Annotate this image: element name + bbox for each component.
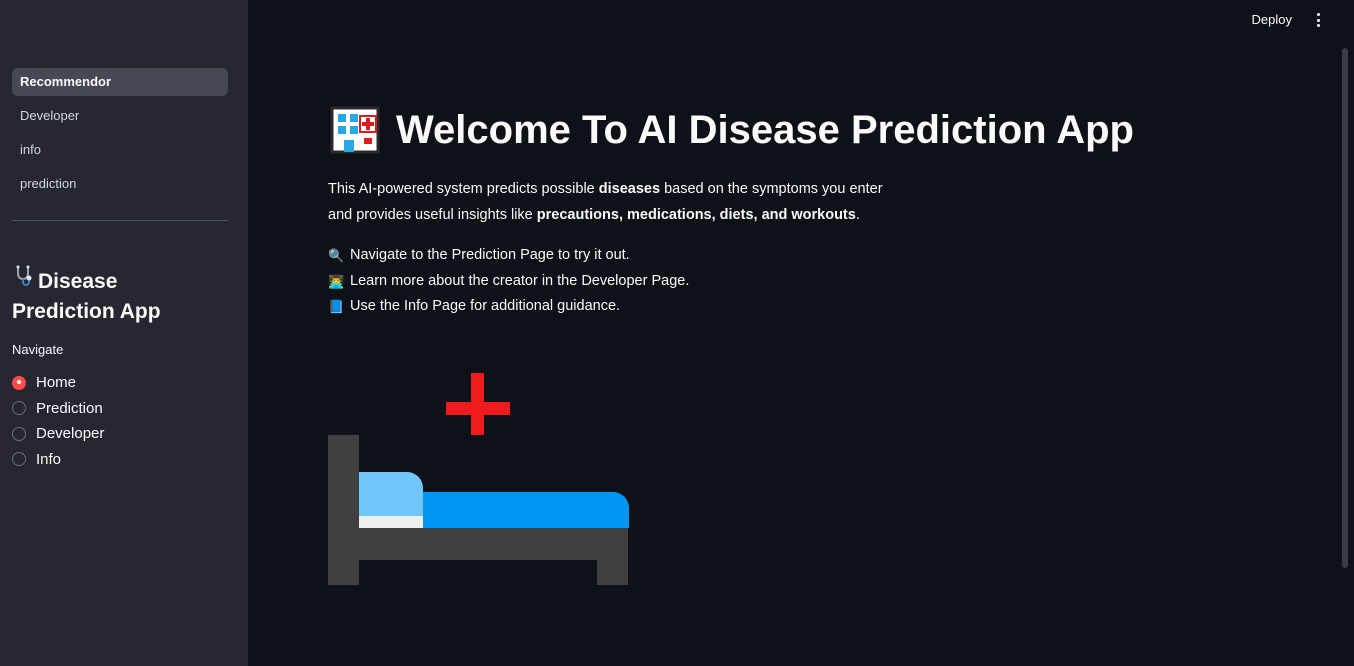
list-item-text: Learn more about the creator in the Deve…: [350, 272, 690, 289]
hospital-icon: [330, 106, 380, 154]
radio-unchecked-icon[interactable]: [12, 452, 26, 467]
intro-text-2: based on the symptoms you enter: [660, 181, 883, 197]
sidebar-divider: [12, 220, 228, 221]
page-title-text: Welcome To AI Disease Prediction App: [396, 107, 1134, 152]
intro-text-3: and provides useful insights like: [328, 207, 537, 223]
nav-item-developer[interactable]: Developer: [12, 102, 228, 130]
navigate-label: Navigate: [12, 342, 64, 357]
hospital-bed-icon: [328, 373, 629, 585]
radio-home[interactable]: Home: [12, 370, 104, 396]
radio-prediction[interactable]: Prediction: [12, 396, 104, 422]
radio-info[interactable]: Info: [12, 447, 104, 473]
nav-item-prediction[interactable]: prediction: [12, 170, 228, 198]
nav-item-recommendor[interactable]: Recommendor: [12, 68, 228, 96]
radio-label-info: Info: [36, 450, 62, 468]
list-item: 📘 Use the Info Page for additional guidan…: [328, 294, 689, 320]
radio-unchecked-icon[interactable]: [12, 401, 26, 416]
vertical-ellipsis-icon[interactable]: [1312, 10, 1324, 30]
intro-text-1: This AI-powered system predicts possible: [328, 181, 599, 197]
blue-book-icon: 📘: [328, 299, 345, 314]
page-nav: Recommendor Developer info prediction: [12, 68, 228, 204]
intro-bold-1: diseases: [598, 181, 661, 197]
list-item-text: Use the Info Page for additional guidanc…: [350, 298, 621, 314]
nav-item-info[interactable]: info: [12, 136, 228, 164]
sidebar: Recommendor Developer info prediction Di…: [0, 0, 248, 666]
intro-text-4: .: [855, 207, 860, 223]
guidance-list: 🔍 Navigate to the Prediction Page to try …: [328, 243, 689, 320]
radio-label-prediction: Prediction: [36, 399, 103, 417]
intro-paragraph: This AI-powered system predicts possible…: [328, 176, 928, 228]
main-scrollbar[interactable]: [1342, 48, 1348, 568]
radio-label-home: Home: [36, 374, 77, 392]
radio-unchecked-icon[interactable]: [12, 426, 26, 441]
radio-label-developer: Developer: [36, 425, 105, 443]
magnifier-icon: 🔍: [328, 248, 345, 263]
sidebar-title-line1: Disease: [38, 270, 118, 293]
sidebar-title: Disease Prediction App: [12, 264, 232, 327]
intro-bold-2: precautions, medications, diets, and wor…: [536, 207, 856, 223]
technologist-icon: 👨‍💻: [328, 273, 345, 289]
stethoscope-icon: [12, 264, 38, 297]
page-title: Welcome To AI Disease Prediction App: [330, 106, 1134, 154]
radio-checked-icon[interactable]: [12, 375, 26, 390]
list-item: 👨‍💻 Learn more about the creator in the D…: [328, 269, 689, 295]
sidebar-title-line2: Prediction App: [12, 300, 161, 323]
radio-developer[interactable]: Developer: [12, 421, 104, 447]
deploy-button[interactable]: Deploy: [1252, 12, 1292, 27]
list-item: 🔍 Navigate to the Prediction Page to try …: [328, 243, 689, 269]
navigate-radio-group: Home Prediction Developer Info: [12, 370, 104, 472]
list-item-text: Navigate to the Prediction Page to try i…: [350, 247, 630, 263]
